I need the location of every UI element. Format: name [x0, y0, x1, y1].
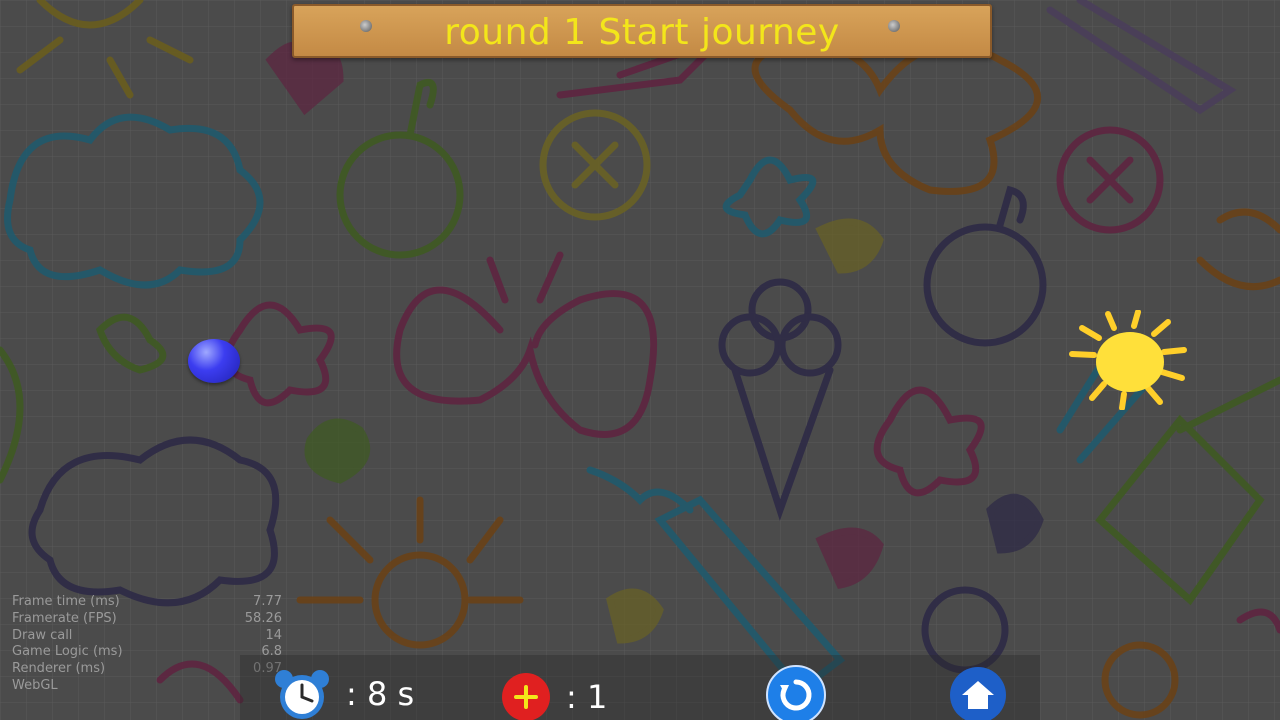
bonus-display: : 1 — [500, 673, 607, 720]
stat-row: Frame time (ms) 7.77 — [12, 594, 282, 609]
game-stage[interactable]: round 1 Start journey Frame time (ms) 7.7… — [0, 0, 1280, 720]
stat-row: Framerate (FPS) 58.26 — [12, 610, 282, 626]
restart-icon — [780, 679, 812, 711]
alarm-clock-icon — [275, 670, 329, 719]
round-title: round 1 Start journey — [444, 12, 840, 53]
round-title-banner: round 1 Start journey — [292, 4, 992, 58]
stat-row: Draw call 14 — [12, 627, 282, 643]
goal-sun-icon[interactable] — [1064, 310, 1188, 410]
player-ball[interactable] — [188, 339, 240, 383]
bottom-hud: : 8 s : 1 — [240, 655, 1040, 720]
timer-text: : 8 s — [346, 675, 415, 713]
timer-display: : 8 s — [272, 667, 414, 720]
home-button[interactable] — [950, 667, 1006, 720]
home-icon — [962, 681, 994, 709]
plus-icon — [502, 673, 550, 720]
bonus-text: : 1 — [566, 678, 608, 716]
restart-button[interactable] — [766, 665, 826, 720]
